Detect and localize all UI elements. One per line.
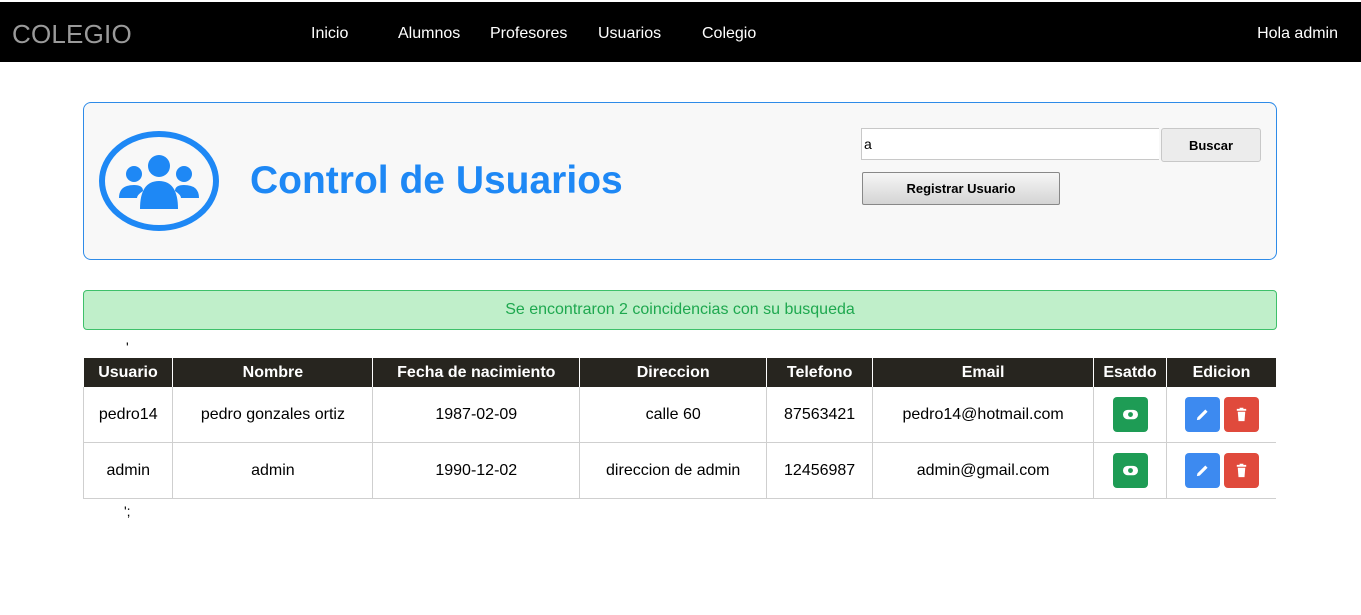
register-user-button[interactable]: Registrar Usuario [862,172,1060,205]
cell-usuario: pedro14 [82,387,174,443]
cell-edicion [1166,442,1276,499]
cell-direccion: direccion de admin [579,442,768,499]
delete-button[interactable] [1223,397,1259,432]
cell-estado [1093,442,1167,499]
col-usuario: Usuario [83,358,174,387]
stray-quote-semicolon-text: '; [124,503,131,519]
cell-email: admin@gmail.com [872,442,1095,499]
trash-icon [1236,407,1246,422]
cell-estado [1093,387,1167,443]
cell-nombre: pedro gonzales ortiz [172,387,374,443]
pencil-icon [1196,409,1208,421]
table-row: admin admin 1990-12-02 direccion de admi… [82,442,1276,499]
cell-email: pedro14@hotmail.com [872,387,1095,443]
cell-fecha: 1987-02-09 [372,387,581,443]
user-greeting: Hola admin [1257,25,1338,42]
cell-edicion [1166,387,1276,443]
col-estado: Esatdo [1093,358,1167,387]
nav-colegio[interactable]: Colegio [702,24,756,44]
edit-button[interactable] [1184,397,1220,432]
col-direccion: Direccion [579,358,768,387]
col-telefono: Telefono [766,358,874,387]
nav-profesores[interactable]: Profesores [490,24,567,44]
search-input[interactable] [861,128,1159,160]
nav-inicio[interactable]: Inicio [311,24,348,44]
nav-alumnos[interactable]: Alumnos [398,24,460,44]
cell-telefono: 87563421 [766,387,874,443]
users-control-panel: Control de Usuarios Buscar Registrar Usu… [83,102,1277,260]
delete-button[interactable] [1223,453,1259,488]
cell-fecha: 1990-12-02 [372,442,581,499]
table-row: pedro14 pedro gonzales ortiz 1987-02-09 … [82,387,1276,443]
search-button[interactable]: Buscar [1161,128,1261,162]
cell-nombre: admin [172,442,374,499]
pencil-icon [1196,465,1208,477]
status-toggle-button[interactable] [1112,397,1148,432]
brand-logo[interactable]: COLEGIO [12,19,132,49]
cell-usuario: admin [82,442,174,499]
cell-direccion: calle 60 [579,387,768,443]
edit-button[interactable] [1184,453,1220,488]
users-group-icon [99,131,219,231]
search-result-alert: Se encontraron 2 coincidencias con su bu… [83,290,1277,330]
page-title: Control de Usuarios [250,159,623,202]
col-edicion: Edicion [1166,358,1276,387]
cell-telefono: 12456987 [766,442,874,499]
status-toggle-button[interactable] [1112,453,1148,488]
nav-usuarios[interactable]: Usuarios [598,24,661,44]
top-navbar: COLEGIO Inicio Alumnos Profesores Usuari… [0,2,1361,62]
col-email: Email [872,358,1095,387]
users-table: Usuario Nombre Fecha de nacimiento Direc… [82,358,1276,499]
trash-icon [1236,463,1246,478]
stray-quote-text: ' [126,339,129,355]
toggle-icon [1122,409,1138,420]
toggle-icon [1122,465,1138,476]
col-fecha: Fecha de nacimiento [372,358,581,387]
col-nombre: Nombre [172,358,374,387]
table-header-row: Usuario Nombre Fecha de nacimiento Direc… [83,358,1276,387]
